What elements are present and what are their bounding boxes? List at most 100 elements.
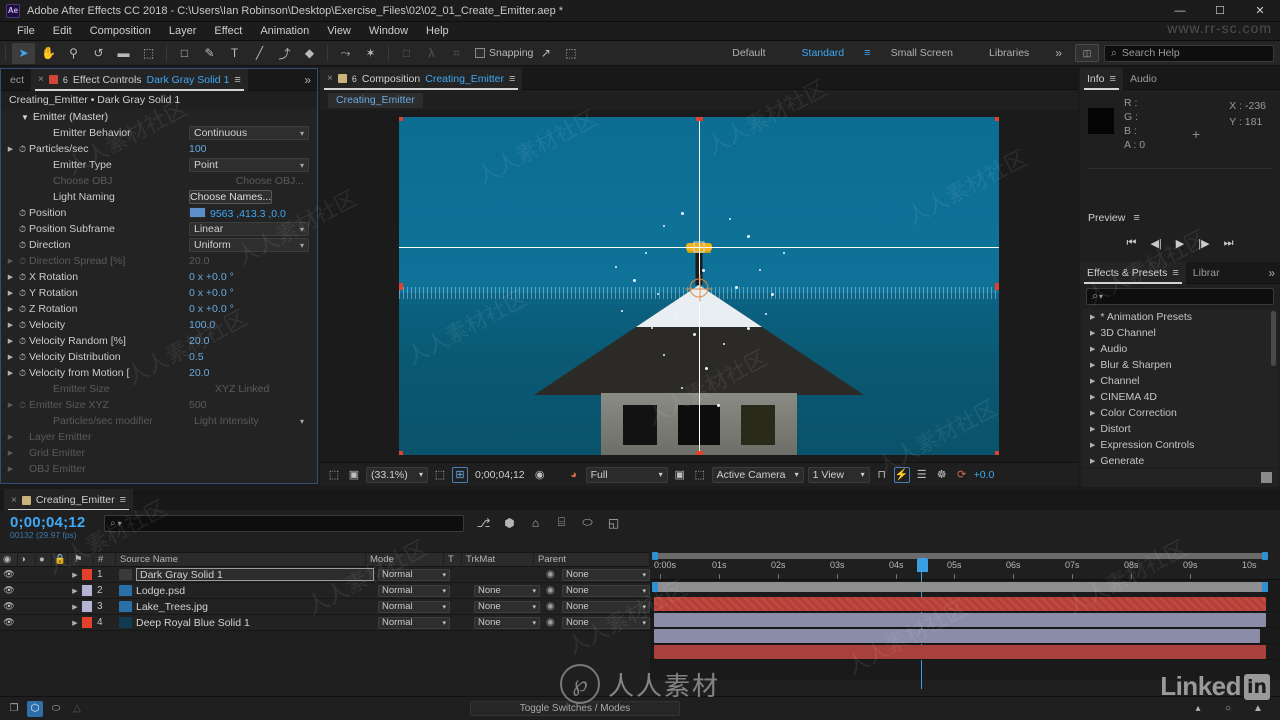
layer-name[interactable]: Dark Gray Solid 1 <box>136 568 374 581</box>
expand-tri-icon[interactable]: ▶ <box>5 369 16 377</box>
comp-flowchart-button[interactable]: ❐ <box>6 701 22 717</box>
panel-menu-icon[interactable]: ≡ <box>1133 212 1139 224</box>
view-layout-dropdown[interactable]: 1 View ▾ <box>807 466 870 483</box>
snapping-toggle[interactable]: Snapping <box>475 47 533 59</box>
work-area-bar[interactable] <box>652 582 1268 592</box>
clone-stamp-tool[interactable]: ⤴ <box>273 43 296 64</box>
zoom-tool[interactable]: ⚲ <box>62 43 85 64</box>
property-row-particles-per-sec[interactable]: ▶ ⏱ Particles/sec 100 <box>1 141 317 157</box>
panel-menu-icon[interactable]: ≡ <box>1110 73 1116 85</box>
stopwatch-icon[interactable]: ⏱ <box>16 352 29 363</box>
motion-blur-button[interactable]: ⬭ <box>48 701 64 717</box>
project-tab[interactable]: ect <box>3 69 31 91</box>
3d-renderer-button[interactable]: ⬡ <box>27 700 43 717</box>
table-row[interactable]: 👁 ▶ 1 Dark Gray Solid 1 Normal ▾ ◉ None … <box>0 567 650 583</box>
property-row-velocity[interactable]: ▶ ⏱ Velocity 100.0 <box>1 317 317 333</box>
stopwatch-icon[interactable]: ⏱ <box>16 208 29 219</box>
menu-animation[interactable]: Animation <box>251 22 318 41</box>
expand-tri-icon[interactable]: ▶ <box>5 353 16 361</box>
selection-handle-tl[interactable] <box>399 117 403 121</box>
list-item[interactable]: ▶ CINEMA 4D <box>1082 389 1278 405</box>
pixel-aspect-icon[interactable]: ⊓ <box>874 467 890 483</box>
panel-menu-icon[interactable]: ≡ <box>1172 267 1178 279</box>
position-value[interactable]: 9563 ,413.3 ,0.0 <box>210 208 286 220</box>
blend-mode-dropdown[interactable]: Normal ▾ <box>378 616 450 629</box>
camera-tool[interactable]: ▬ <box>112 43 135 64</box>
label-color[interactable] <box>82 585 92 596</box>
property-row-position-subframe[interactable]: ⏱ Position Subframe Linear ▾ <box>1 221 317 237</box>
effects-search-input[interactable]: ⌕ ▾ <box>1086 288 1274 305</box>
track-matte-dropdown[interactable]: None ▾ <box>474 616 540 629</box>
parent-dropdown[interactable]: None ▾ <box>562 616 650 629</box>
menu-file[interactable]: File <box>8 22 44 41</box>
list-item[interactable]: ▶ Channel <box>1082 373 1278 389</box>
zoom-level-icon[interactable]: ○ <box>1220 701 1236 717</box>
brush-tool[interactable]: ╱ <box>248 43 271 64</box>
track-row[interactable] <box>650 628 1280 644</box>
layer-name[interactable]: Lodge.psd <box>136 585 378 597</box>
stopwatch-icon[interactable]: ⏱ <box>16 272 29 283</box>
property-value[interactable]: Continuous ▾ <box>189 126 317 140</box>
previous-frame-button[interactable]: ◀| <box>1150 237 1161 250</box>
channel-icon[interactable]: ◕ <box>566 467 582 483</box>
next-frame-button[interactable]: |▶ <box>1198 237 1209 250</box>
tab-composition[interactable]: × 6 Composition Creating_Emitter ≡ <box>320 67 523 90</box>
workspace-more-icon[interactable]: » <box>1047 46 1070 60</box>
track-row[interactable] <box>650 612 1280 628</box>
video-switch[interactable]: 👁 <box>0 617 18 628</box>
stopwatch-icon[interactable]: ⏱ <box>16 304 29 315</box>
expand-tri-icon[interactable]: ▶ <box>1090 441 1095 449</box>
workspace-menu-icon[interactable]: ≡ <box>862 47 872 59</box>
chevron-down-icon[interactable]: ▾ <box>118 519 122 528</box>
close-button[interactable]: ✕ <box>1240 0 1280 22</box>
video-switch[interactable]: 👁 <box>0 569 18 580</box>
go-to-end-button[interactable]: ⏭ <box>1224 237 1234 250</box>
fast-preview-icon[interactable]: ⚡ <box>893 466 910 483</box>
comp-flowchart-icon[interactable]: ☸ <box>934 467 950 483</box>
blend-mode-dropdown[interactable]: Normal ▾ <box>378 584 450 597</box>
play-button[interactable]: ▶ <box>1176 237 1184 250</box>
particles-per-sec-value[interactable]: 100 <box>189 143 317 155</box>
blend-mode-dropdown[interactable]: Normal ▾ <box>378 568 450 581</box>
property-value[interactable]: Linear ▾ <box>189 222 317 236</box>
workspace-libraries[interactable]: Libraries <box>971 41 1047 66</box>
motion-blur-icon[interactable]: ⬭ <box>579 514 596 531</box>
property-row-direction[interactable]: ⏱ Direction Uniform ▾ <box>1 237 317 253</box>
tab-effects-presets[interactable]: Effects & Presets ≡ <box>1080 261 1186 284</box>
go-to-start-button[interactable]: ⏮ <box>1127 237 1137 250</box>
timeline-view-icon[interactable]: ☰ <box>914 467 930 483</box>
hide-shy-layers-icon[interactable]: ⌂ <box>527 514 544 531</box>
expand-tri-icon[interactable]: ▶ <box>68 619 82 627</box>
layer-duration-bar[interactable] <box>654 629 1260 643</box>
pan-behind-tool[interactable]: ⬚ <box>137 43 160 64</box>
selection-handle-mr[interactable] <box>995 283 999 290</box>
expand-tri-icon[interactable]: ▶ <box>5 321 16 329</box>
track-row[interactable] <box>650 644 1280 660</box>
reset-exposure-icon[interactable]: ⟳ <box>954 467 970 483</box>
stopwatch-icon[interactable]: ⏱ <box>16 368 29 379</box>
mask-view-icon[interactable]: ▣ <box>672 467 688 483</box>
maximize-button[interactable]: ☐ <box>1200 0 1240 22</box>
snap-arrow-icon[interactable]: ↗ <box>534 43 557 64</box>
label-color[interactable] <box>82 601 92 612</box>
track-matte-dropdown[interactable]: None ▾ <box>474 600 540 613</box>
velocity-from-motion-value[interactable]: 20.0 <box>189 367 317 379</box>
stopwatch-icon[interactable]: ⏱ <box>16 240 29 251</box>
workspace-layout-icon[interactable]: ◫ <box>1075 44 1099 62</box>
always-preview-icon[interactable]: ⬚ <box>326 467 342 483</box>
property-value[interactable]: 9563 ,413.3 ,0.0 <box>189 206 317 220</box>
property-row-x-rotation[interactable]: ▶ ⏱ X Rotation 0 x +0.0 ° <box>1 269 317 285</box>
composition-render[interactable] <box>399 117 999 455</box>
expand-tri-icon[interactable]: ▶ <box>68 603 82 611</box>
current-time-display[interactable]: 0;00;04;12 <box>472 469 528 481</box>
selection-handle-bl[interactable] <box>399 451 403 455</box>
velocity-value[interactable]: 100.0 <box>189 319 317 331</box>
camera-view-dropdown[interactable]: Active Camera ▾ <box>711 466 804 483</box>
panel-menu-icon[interactable]: ≡ <box>509 73 515 85</box>
list-item[interactable]: ▶ Generate <box>1082 453 1278 467</box>
timeline-graph-area[interactable]: 0:00s 01s 02s 03s 04s 05s 06s 07s 08s 09… <box>650 552 1280 689</box>
frame-blending-icon[interactable]: ⌸ <box>553 514 570 531</box>
current-time-block[interactable]: 0;00;04;12 00132 (29.97 fps) <box>0 510 85 540</box>
expand-tri-icon[interactable]: ▶ <box>5 145 16 153</box>
list-item[interactable]: ▶ * Animation Presets <box>1082 309 1278 325</box>
